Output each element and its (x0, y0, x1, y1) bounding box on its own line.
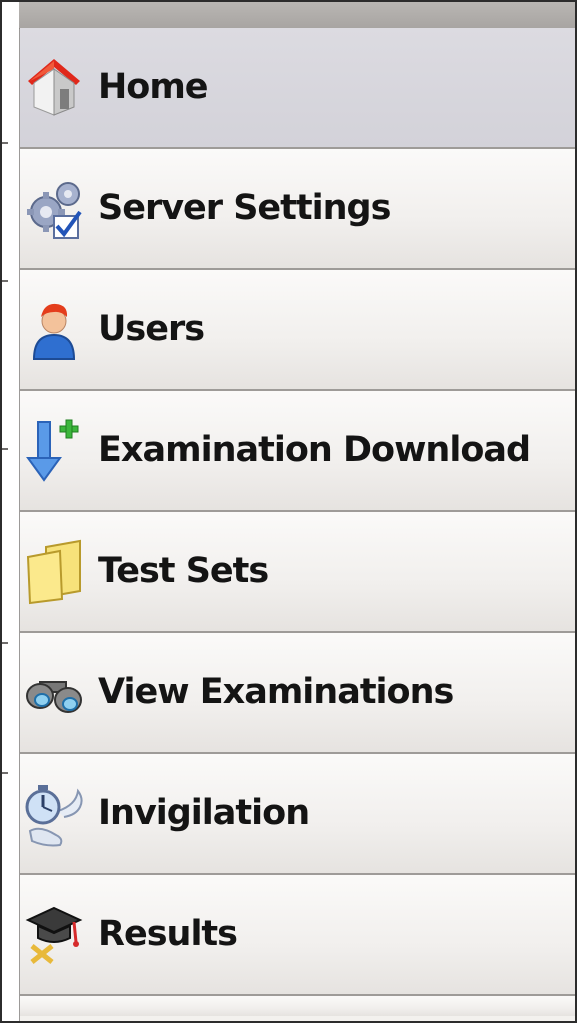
nav-item-label: Test Sets (98, 550, 269, 591)
nav-item-label: Server Settings (98, 187, 391, 228)
nav-item-label: Home (98, 66, 209, 107)
nav-item-label: Invigilation (98, 792, 310, 833)
binoculars-icon (24, 660, 84, 726)
gutter-tick (2, 772, 8, 774)
gutter-tick (2, 448, 8, 450)
download-plus-icon (24, 418, 84, 484)
nav-item-label: View Examinations (98, 671, 454, 712)
gutter-tick (2, 142, 8, 144)
user-icon (24, 297, 84, 363)
left-gutter (2, 2, 20, 1021)
navigation-menu: Home Server Settings Users Examination D… (20, 28, 575, 1016)
nav-header-strip (19, 2, 575, 29)
nav-item-home[interactable]: Home (20, 28, 575, 149)
gears-check-icon (24, 176, 84, 242)
nav-item-partial (20, 996, 575, 1016)
app-window: Home Server Settings Users Examination D… (0, 0, 577, 1023)
nav-item-users[interactable]: Users (20, 270, 575, 391)
home-icon (24, 55, 84, 121)
nav-item-label: Examination Download (98, 429, 531, 470)
graduation-cap-icon (24, 902, 84, 968)
nav-item-view-examinations[interactable]: View Examinations (20, 633, 575, 754)
nav-item-server-settings[interactable]: Server Settings (20, 149, 575, 270)
nav-item-examination-download[interactable]: Examination Download (20, 391, 575, 512)
nav-item-results[interactable]: Results (20, 875, 575, 996)
folder-icon (24, 539, 84, 605)
nav-item-invigilation[interactable]: Invigilation (20, 754, 575, 875)
gutter-tick (2, 280, 8, 282)
gutter-tick (2, 642, 8, 644)
nav-item-label: Results (98, 913, 238, 954)
nav-item-label: Users (98, 308, 205, 349)
nav-item-test-sets[interactable]: Test Sets (20, 512, 575, 633)
stopwatch-scroll-icon (24, 781, 84, 847)
